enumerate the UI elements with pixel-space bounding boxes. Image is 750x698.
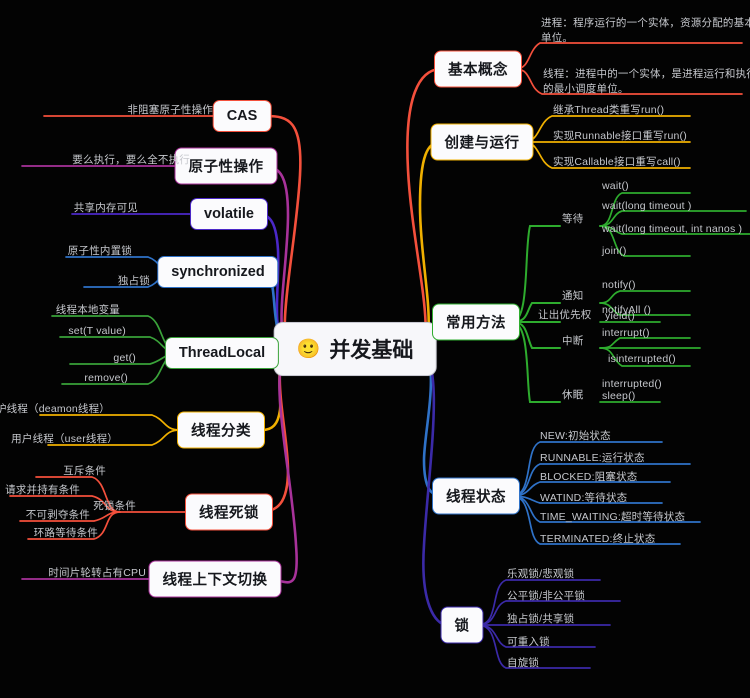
leaf-time-slice-cpu: 时间片轮转占有CPU	[48, 566, 146, 579]
root-node-label: 并发基础	[329, 339, 414, 362]
group-label-deadlock-conditions: 死锁条件	[93, 499, 136, 512]
leaf-implement-callable: 实现Callable接口重写call()	[553, 155, 681, 168]
leaf-interrupt: interrupt()	[602, 326, 650, 339]
branch-label: 原子性操作	[188, 159, 264, 176]
group-label-interrupt: 中断	[562, 334, 584, 347]
leaf-exclusive-lock: 独占锁	[117, 274, 150, 287]
leaf-user-thread: 用户线程（user线程）	[11, 432, 118, 445]
leaf-nonblocking-atomic-op: 非阻塞原子性操作	[127, 103, 213, 116]
leaf-daemon-thread: 守护线程（deamon线程）	[0, 402, 110, 415]
branch-node-common-methods[interactable]: 常用方法	[432, 303, 520, 341]
branch-label: 锁	[454, 618, 470, 635]
leaf-remove: remove()	[84, 371, 128, 384]
branch-label: 基本概念	[448, 62, 508, 79]
group-label-yield-priority: 让出优先权	[538, 308, 592, 321]
leaf-state-new: NEW:初始状态	[540, 429, 611, 442]
leaf-reentrant-lock: 可重入锁	[507, 635, 550, 648]
branch-label: volatile	[204, 206, 254, 222]
leaf-yield: yield()	[605, 309, 635, 322]
leaf-shared-memory-visible: 共享内存可见	[73, 201, 138, 214]
group-label-notify: 通知	[562, 289, 584, 302]
branch-label: synchronized	[171, 264, 265, 280]
leaf-sleep: sleep()	[602, 389, 636, 402]
branch-label: 线程上下文切换	[162, 572, 268, 589]
leaf-state-runnable: RUNNABLE:运行状态	[540, 451, 645, 464]
leaf-mutual-exclusion: 互斥条件	[63, 464, 106, 477]
leaf-get: get()	[113, 351, 136, 364]
leaf-process-definition: 进程：程序运行的一个实体，资源分配的基本单位。	[541, 16, 750, 44]
leaf-wait-timeout: wait(long timeout )	[602, 199, 692, 212]
leaf-thread-definition: 线程：进程中的一个实体，是进程运行和执行的最小调度单位。	[543, 67, 750, 95]
branch-node-cas[interactable]: CAS	[212, 100, 272, 132]
branch-label: 常用方法	[446, 315, 506, 332]
leaf-circular-wait: 环路等待条件	[33, 526, 98, 539]
branch-label: 线程死锁	[199, 505, 259, 522]
branch-label: 线程分类	[191, 423, 251, 440]
leaf-exclusive-shared-lock: 独占锁/共享锁	[507, 612, 575, 625]
mindmap-canvas: 🙂 并发基础 基本概念 创建与运行 常用方法 线程状态 锁 CAS 原子性操作 …	[0, 0, 750, 698]
branch-node-thread-type[interactable]: 线程分类	[177, 411, 265, 449]
branch-label: 线程状态	[446, 489, 506, 506]
branch-node-volatile[interactable]: volatile	[190, 198, 268, 230]
leaf-thread-local-variable: 线程本地变量	[55, 303, 120, 316]
leaf-state-timed-waiting: TIME_WAITING:超时等待状态	[540, 510, 686, 523]
branch-node-synchronized[interactable]: synchronized	[157, 256, 279, 288]
branch-node-thread-state[interactable]: 线程状态	[432, 477, 520, 515]
leaf-implement-runnable: 实现Runnable接口重写run()	[553, 129, 687, 142]
branch-node-context-switch[interactable]: 线程上下文切换	[148, 560, 282, 598]
leaf-wait: wait()	[602, 179, 629, 192]
branch-node-basic-concept[interactable]: 基本概念	[434, 50, 522, 88]
leaf-spin-lock: 自旋锁	[507, 656, 540, 669]
leaf-extend-thread: 继承Thread类重写run()	[553, 103, 665, 116]
branch-node-lock[interactable]: 锁	[440, 606, 484, 644]
branch-node-deadlock[interactable]: 线程死锁	[185, 493, 273, 531]
leaf-hold-and-wait: 请求并持有条件	[5, 483, 80, 496]
group-label-sleep: 休眠	[562, 388, 584, 401]
leaf-join: join()	[602, 244, 627, 257]
leaf-wait-timeout-nanos: wait(long timeout, int nanos )	[602, 222, 743, 235]
leaf-is-interrupted: isinterrupted()	[608, 352, 676, 365]
branch-label: CAS	[226, 108, 258, 124]
leaf-optimistic-pessimistic-lock: 乐观锁/悲观锁	[507, 567, 575, 580]
leaf-fair-unfair-lock: 公平锁/非公平锁	[507, 589, 586, 602]
branch-label: ThreadLocal	[178, 345, 266, 361]
leaf-all-or-nothing: 要么执行，要么全不执行	[72, 153, 190, 166]
branch-node-create-run[interactable]: 创建与运行	[430, 123, 534, 161]
root-node[interactable]: 🙂 并发基础	[273, 322, 437, 376]
leaf-atomic-intrinsic-lock: 原子性内置锁	[67, 244, 132, 257]
leaf-state-terminated: TERMINATED:终止状态	[540, 532, 656, 545]
leaf-state-blocked: BLOCKED:阻塞状态	[540, 470, 638, 483]
leaf-state-waiting: WATIND:等待状态	[540, 491, 628, 504]
branch-node-threadlocal[interactable]: ThreadLocal	[164, 337, 280, 369]
smiley-face-icon: 🙂	[296, 338, 321, 360]
branch-label: 创建与运行	[444, 135, 520, 152]
leaf-no-preemption: 不可剥夺条件	[25, 508, 90, 521]
leaf-notify: notify()	[602, 278, 636, 291]
group-label-wait: 等待	[562, 212, 584, 225]
leaf-set-value: set(T value)	[68, 324, 126, 337]
